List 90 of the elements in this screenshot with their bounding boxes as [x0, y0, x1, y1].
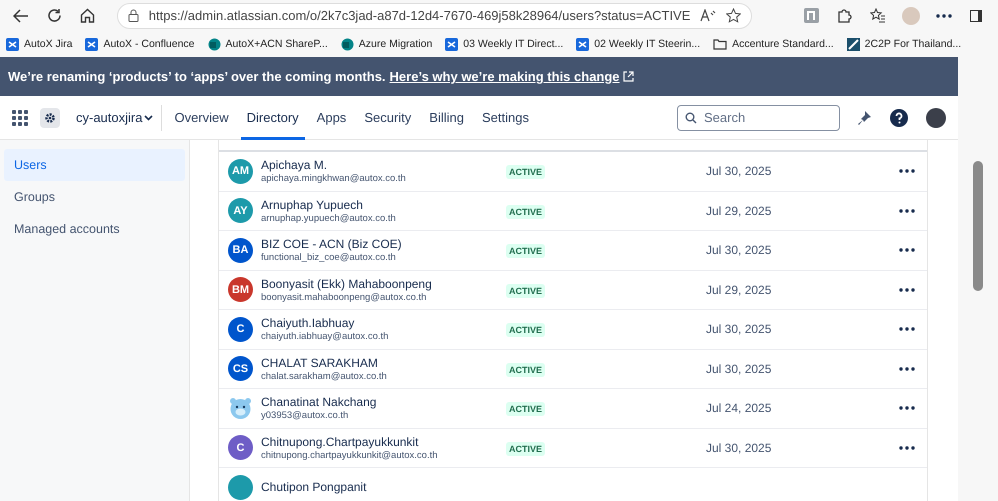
nav-tab[interactable]: Security [358, 96, 418, 140]
scrollbar-thumb[interactable] [973, 161, 983, 291]
more-actions-button[interactable] [897, 325, 917, 334]
bookmark[interactable]: 03 Weekly IT Direct... [445, 38, 564, 50]
user-name[interactable]: Chutipon Pongpanit [261, 480, 506, 494]
user-email: chalat.sarakham@autox.co.th [261, 370, 388, 382]
last-active-date: Jul 24, 2025 [706, 401, 772, 416]
user-avatar: BA [228, 238, 253, 263]
user-email: chaiyuth.iabhuay@autox.co.th [261, 331, 390, 342]
user-name[interactable]: Arnuphap Yupuech [261, 198, 506, 212]
status-lozenge: ACTIVE [506, 442, 546, 456]
org-dropdown[interactable]: cy-autoxjira [66, 104, 162, 130]
user-name[interactable]: BIZ COE - ACN (Biz COE) [261, 237, 506, 252]
banner-link[interactable]: Here’s why we’re making this change [390, 69, 634, 84]
more-actions-button[interactable] [897, 404, 917, 412]
nav-tab[interactable]: Apps [310, 96, 352, 140]
user-avatar: AM [228, 158, 253, 184]
user-name[interactable]: Chitnupong.Chartpayukkunkit [261, 434, 506, 449]
chevron-down-icon [144, 114, 154, 120]
last-active-date: Jul 30, 2025 [706, 440, 772, 455]
more-actions-button[interactable] [897, 246, 917, 254]
bookmark-icon [340, 38, 354, 50]
bookmark[interactable]: Accenture Standard... [713, 38, 834, 50]
sidebar-item[interactable]: Managed accounts [4, 213, 185, 245]
bookmark-icon [445, 38, 458, 50]
bookmark-icon [85, 38, 98, 50]
bookmark[interactable]: AutoX+ACN ShareP... [208, 38, 328, 50]
cartoon-avatar [228, 396, 253, 421]
more-actions-button[interactable] [897, 167, 917, 176]
bookmark[interactable]: Azure Migration [340, 38, 432, 50]
status-lozenge: ACTIVE [506, 204, 546, 219]
user-avatar: BM [228, 277, 253, 302]
lock-icon [128, 9, 139, 22]
nav-tab[interactable]: Settings [476, 96, 535, 140]
sidebar-item[interactable]: Users [4, 149, 185, 181]
user-email: boonyasit.mahaboonpeng@autox.co.th [261, 292, 428, 303]
banner-text: We’re renaming ‘products’ to ‘apps’ over the coming months. [8, 69, 386, 84]
bookmark[interactable]: 02 Weekly IT Steerin... [576, 38, 700, 50]
user-name[interactable]: Boonyasit (Ekk) Mahaboonpeng [261, 276, 506, 291]
user-email: chitnupong.chartpayukkunkit@autox.co.th [261, 450, 439, 461]
nav-tab[interactable]: Directory [240, 96, 305, 140]
status-lozenge: ACTIVE [506, 323, 546, 338]
help-icon[interactable] [890, 108, 908, 126]
bookmark-icon [6, 38, 19, 50]
last-active-date: Jul 29, 2025 [706, 282, 772, 297]
bookmark-icon [208, 38, 221, 50]
search-icon [685, 112, 697, 124]
bookmark[interactable]: AutoX - Confluence [85, 38, 195, 50]
user-email: y03953@autox.co.th [261, 410, 350, 422]
user-name[interactable]: Apichaya M. [261, 158, 506, 172]
bookmark[interactable]: 2C2P For Thailand... [846, 38, 962, 50]
status-lozenge: ACTIVE [506, 362, 546, 377]
last-active-date: Jul 30, 2025 [706, 362, 772, 376]
folder-icon [713, 38, 728, 50]
user-avatar: C [228, 435, 253, 460]
bookmark[interactable]: AutoX Jira [6, 38, 72, 50]
more-actions-button[interactable] [897, 206, 917, 215]
status-lozenge: ACTIVE [506, 284, 546, 298]
settings-icon[interactable] [40, 108, 60, 128]
more-actions-button[interactable] [897, 444, 917, 452]
user-name[interactable]: Chanatinat Nakchang [261, 395, 506, 410]
user-email: functional_biz_coe@autox.co.th [261, 252, 397, 264]
user-avatar: AY [228, 198, 253, 224]
user-avatar: C [228, 316, 253, 342]
star-icon[interactable] [726, 8, 742, 23]
last-active-date: Jul 30, 2025 [706, 322, 772, 336]
app-switcher-icon[interactable] [12, 110, 28, 126]
last-active-date: Jul 30, 2025 [706, 164, 772, 178]
sidebar-item[interactable]: Groups [4, 181, 185, 213]
user-avatar: CS [228, 356, 253, 382]
user-email: arnuphap.yupuech@autox.co.th [261, 212, 397, 224]
address-bar[interactable]: https://admin.atlassian.com/o/2k7c3jad-a87d-12d4-7670-469j58k28964/users?status=ACTIVE [116, 2, 752, 28]
external-link-icon [622, 71, 634, 82]
more-actions-button[interactable] [897, 286, 917, 294]
last-active-date: Jul 30, 2025 [706, 243, 772, 258]
search-field[interactable]: Search [677, 104, 840, 130]
read-aloud-icon[interactable] [700, 9, 716, 22]
status-lozenge: ACTIVE [506, 402, 546, 416]
status-lozenge: ACTIVE [506, 165, 546, 180]
status-lozenge: ACTIVE [506, 244, 546, 258]
bookmark-icon [846, 38, 860, 50]
nav-tab[interactable]: Billing [423, 96, 470, 140]
nav-tab[interactable]: Overview [168, 96, 235, 140]
bookmark-icon [576, 38, 590, 50]
user-name[interactable]: Chaiyuth.Iabhuay [261, 316, 506, 330]
user-avatar[interactable] [926, 108, 946, 128]
last-active-date: Jul 29, 2025 [706, 204, 772, 218]
user-name[interactable]: CHALAT SARAKHAM [261, 356, 506, 370]
more-actions-button[interactable] [897, 364, 917, 373]
user-email: apichaya.mingkhwan@autox.co.th [261, 173, 407, 184]
